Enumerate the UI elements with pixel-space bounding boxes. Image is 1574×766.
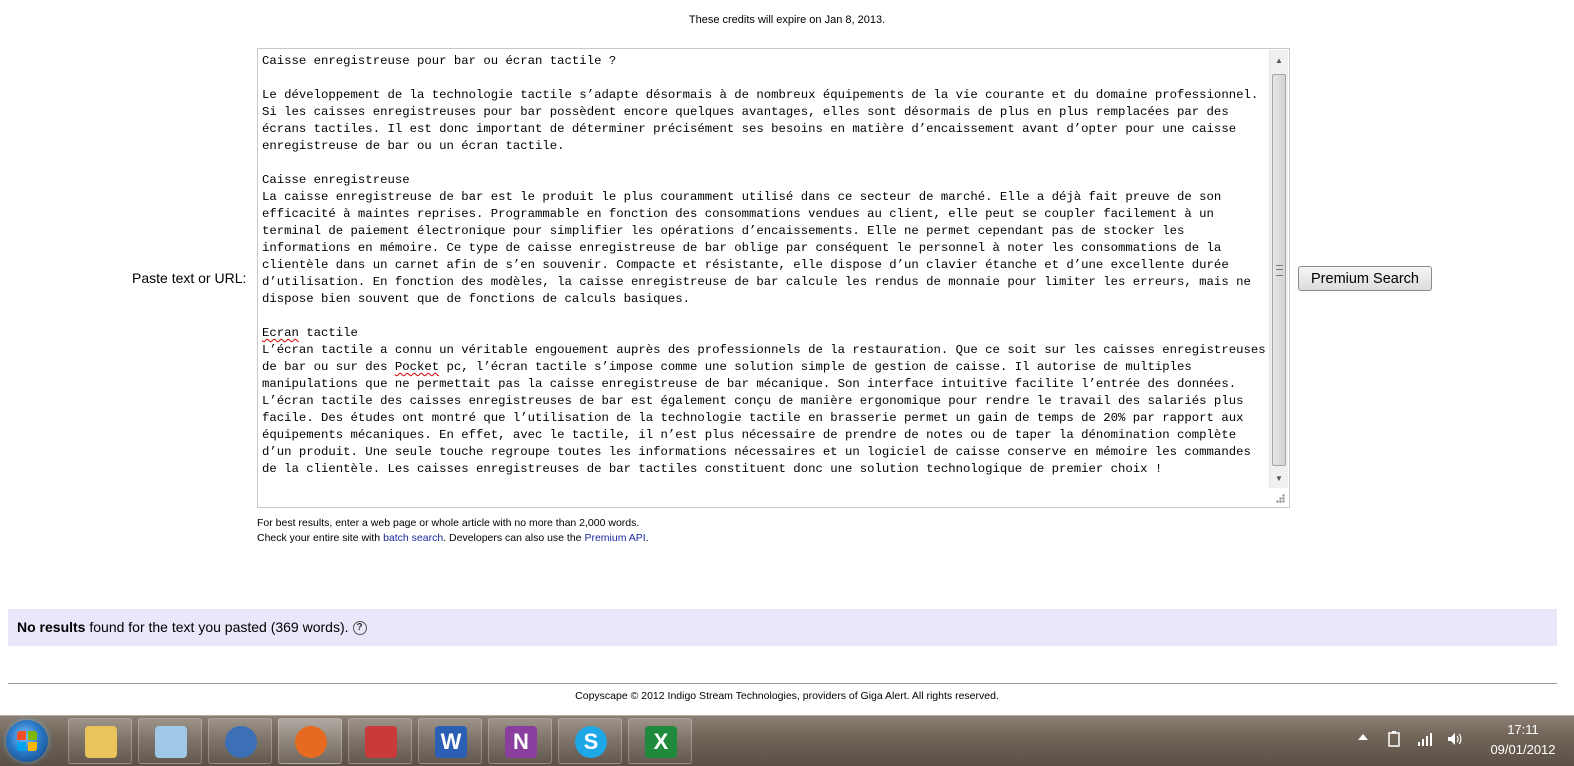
start-button[interactable]	[6, 720, 48, 762]
credits-expiry-notice: These credits will expire on Jan 8, 2013…	[688, 14, 886, 26]
taskbar-notepad[interactable]	[138, 718, 202, 764]
text-input-area[interactable]: Caisse enregistreuse pour bar ou écran t…	[257, 48, 1290, 508]
onenote-icon: N	[505, 726, 537, 758]
taskbar-word[interactable]: W	[418, 718, 482, 764]
paste-text-label: Paste text or URL:	[132, 270, 247, 286]
premium-search-button[interactable]: Premium Search	[1298, 266, 1432, 291]
text-paragraph: Caisse enregistreuse	[262, 173, 410, 187]
text-paragraph: L’écran tactile a connu un véritable eng…	[262, 343, 1266, 476]
clock-date: 09/01/2012	[1490, 742, 1556, 757]
taskbar-excel[interactable]: X	[628, 718, 692, 764]
footer-divider	[8, 683, 1557, 684]
results-banner: No results found for the text you pasted…	[8, 609, 1557, 646]
batch-search-link[interactable]: batch search	[383, 532, 443, 544]
show-hidden-icons-arrow[interactable]	[1358, 734, 1368, 740]
excel-icon: X	[645, 726, 677, 758]
scroll-up-arrow-icon[interactable]: ▲	[1270, 52, 1288, 70]
power-icon[interactable]	[1386, 730, 1404, 748]
taskbar-windows-explorer[interactable]	[68, 718, 132, 764]
windows-taskbar: W N S X 17:11 09/01/2012	[0, 715, 1574, 766]
scroll-thumb[interactable]	[1272, 74, 1286, 466]
taskbar-onenote[interactable]: N	[488, 718, 552, 764]
text-paragraph: Le développement de la technologie tacti…	[262, 88, 1266, 153]
text-paragraph: Ecran tactile	[262, 326, 358, 340]
scroll-down-arrow-icon[interactable]: ▼	[1270, 470, 1288, 488]
taskbar-firefox[interactable]	[278, 718, 342, 764]
skype-icon: S	[575, 726, 607, 758]
firefox-icon	[295, 726, 327, 758]
windows-logo-icon	[17, 731, 37, 751]
textarea-scrollbar[interactable]: ▲ ▼	[1269, 50, 1288, 488]
help-icon[interactable]: ?	[352, 621, 367, 636]
app-letter: S	[583, 729, 599, 754]
text-paragraph: Caisse enregistreuse pour bar ou écran t…	[262, 54, 617, 68]
premium-api-link[interactable]: Premium API	[584, 532, 645, 544]
taskbar-thunderbird[interactable]	[208, 718, 272, 764]
hint-batch-api: Check your entire site with batch search…	[257, 532, 649, 544]
text-paragraph	[262, 308, 1266, 325]
text-paragraph: La caisse enregistreuse de bar est le pr…	[262, 190, 1259, 306]
pasted-text[interactable]: Caisse enregistreuse pour bar ou écran t…	[262, 53, 1266, 503]
text-paragraph	[262, 155, 1266, 172]
resize-grip-icon[interactable]	[1276, 494, 1286, 504]
mail-icon	[225, 726, 257, 758]
app-letter: W	[440, 729, 462, 754]
folder-icon	[85, 726, 117, 758]
app-letter: N	[513, 729, 529, 754]
text-paragraph	[262, 70, 1266, 87]
network-icon[interactable]	[1416, 730, 1434, 748]
app-letter: X	[653, 729, 669, 754]
notepad-icon	[155, 726, 187, 758]
hint-best-results: For best results, enter a web page or wh…	[257, 517, 640, 529]
copyright-footer: Copyscape © 2012 Indigo Stream Technolog…	[575, 690, 999, 702]
word-icon: W	[435, 726, 467, 758]
results-summary: found for the text you pasted (369 words…	[85, 619, 349, 635]
scissors-icon	[365, 726, 397, 758]
taskbar-snipping-tool[interactable]	[348, 718, 412, 764]
taskbar-skype[interactable]: S	[558, 718, 622, 764]
system-clock[interactable]: 17:11 09/01/2012	[1478, 720, 1568, 760]
no-results-label: No results	[17, 619, 86, 635]
volume-icon[interactable]	[1446, 730, 1464, 748]
clock-time: 17:11	[1507, 722, 1539, 737]
